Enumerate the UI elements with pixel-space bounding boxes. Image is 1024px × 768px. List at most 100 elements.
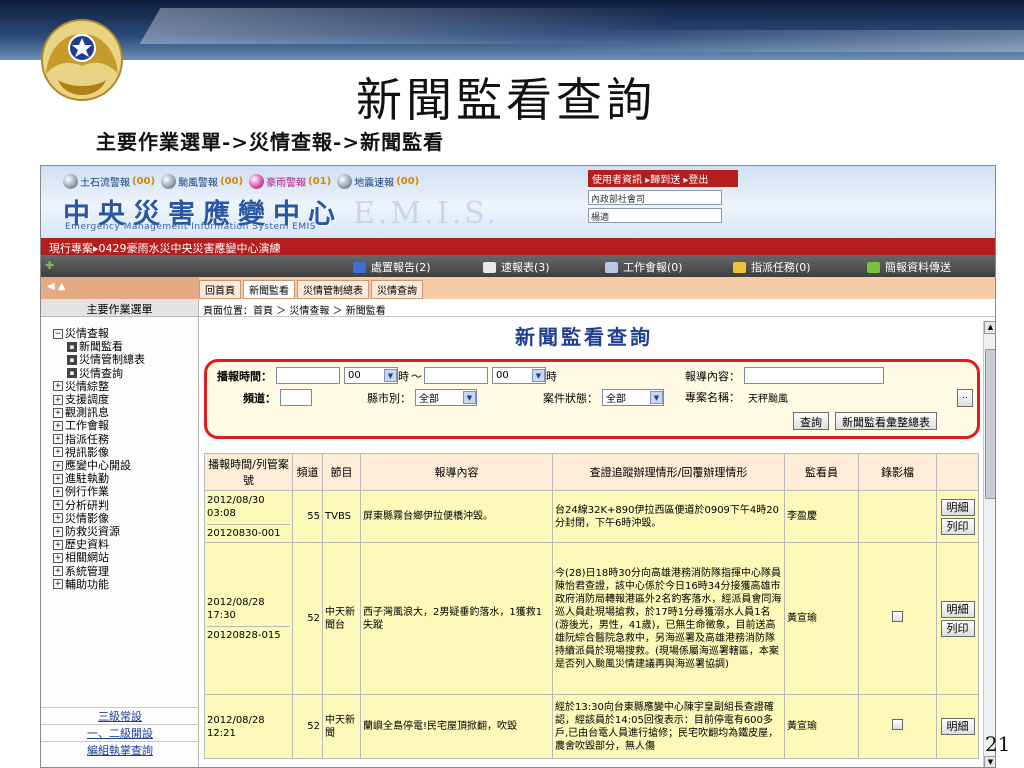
expand-icon[interactable]: + xyxy=(53,421,63,432)
user-bar-link[interactable]: ▸歸到送 xyxy=(645,175,680,186)
detail-button[interactable]: 明細 xyxy=(940,600,975,618)
project-browse-button[interactable]: .. xyxy=(957,389,973,407)
chevron-down-icon: ▼ xyxy=(384,369,397,382)
end-hour-select[interactable]: 00 ▼ xyxy=(492,367,546,384)
sidebar-item[interactable]: + 觀測訊息 xyxy=(53,406,198,419)
expand-icon[interactable]: + xyxy=(53,460,63,471)
expand-icon[interactable]: + xyxy=(53,407,63,418)
content-input[interactable] xyxy=(744,367,884,384)
sidebar-item[interactable]: + 支援調度 xyxy=(53,393,198,406)
print-button[interactable]: 列印 xyxy=(940,619,975,637)
sidebar-item[interactable]: + 指派任務 xyxy=(53,433,198,446)
alert-earthquake[interactable]: 地震速報 (00) xyxy=(337,174,419,189)
tab-disaster-control[interactable]: 災情管制總表 xyxy=(297,280,369,299)
alert-landslide[interactable]: 土石流警報 (00) xyxy=(63,174,155,189)
sidebar-item[interactable]: ▪ 災情查詢 xyxy=(53,367,198,380)
start-date-input[interactable] xyxy=(276,367,340,384)
sidebar-item[interactable]: ▪ 新聞監看 xyxy=(53,340,198,353)
col-broadcast-time[interactable]: 播報時間/列管案號 xyxy=(204,453,293,491)
expand-icon[interactable]: + xyxy=(53,473,63,484)
sidebar-item[interactable]: + 進駐執勤 xyxy=(53,472,198,485)
user-info-link[interactable]: 使用者資訊 xyxy=(592,175,642,186)
alert-label: 土石流警報 xyxy=(80,178,130,189)
vertical-scrollbar[interactable]: ▲ ▼ xyxy=(983,321,995,767)
sidebar-item[interactable]: + 工作會報 xyxy=(53,419,198,432)
col-video[interactable]: 錄影檔 xyxy=(858,453,937,491)
case-number: 20120830-001 xyxy=(207,523,290,540)
toolbar-report[interactable]: 處置報告(2) xyxy=(353,259,431,275)
channel-input[interactable] xyxy=(280,389,312,406)
detail-button[interactable]: 明細 xyxy=(940,718,975,735)
sidebar-item[interactable]: + 應變中心開設 xyxy=(53,459,198,472)
page-icon[interactable]: ▪ xyxy=(67,368,77,379)
link-level-3[interactable]: 三級常設 xyxy=(41,707,199,724)
scroll-up-icon[interactable]: ▲ xyxy=(984,321,995,334)
tab-disaster-query[interactable]: 災情查詢 xyxy=(371,280,423,299)
sidebar-item[interactable]: + 相關網站 xyxy=(53,551,198,564)
sidebar-item[interactable]: + 例行作業 xyxy=(53,485,198,498)
sidebar-item-label: 災情查報 xyxy=(65,327,109,340)
scroll-down-icon[interactable]: ▼ xyxy=(984,756,995,767)
sidebar-item[interactable]: + 災情綜整 xyxy=(53,380,198,393)
sidebar-item[interactable]: + 視訊影像 xyxy=(53,446,198,459)
page-icon[interactable]: ▪ xyxy=(67,355,77,365)
toolbar-quick-report[interactable]: 速報表(3) xyxy=(483,259,550,275)
toolbar-work-meeting[interactable]: 工作會報(0) xyxy=(605,259,683,275)
video-file-icon[interactable] xyxy=(892,719,903,730)
tab-news-monitor[interactable]: 新聞監看 xyxy=(243,280,295,299)
sidebar-item[interactable]: ▪ 災情管制總表 xyxy=(53,353,198,366)
alert-typhoon[interactable]: 颱風警報 (00) xyxy=(161,174,243,189)
expand-icon[interactable]: + xyxy=(53,566,63,577)
orb-icon xyxy=(337,174,353,189)
expand-icon[interactable]: ✚ xyxy=(45,259,54,272)
detail-button[interactable]: 明細 xyxy=(940,498,975,516)
toolbar-briefing-upload[interactable]: 簡報資料傳送 xyxy=(867,259,951,275)
county-select[interactable]: 全部 ▼ xyxy=(415,389,477,406)
sidebar-item-label: 輔助功能 xyxy=(65,577,109,591)
alert-heavy-rain[interactable]: 豪雨警報 (01) xyxy=(249,174,331,189)
collapse-icon[interactable]: − xyxy=(53,328,63,339)
start-hour-select[interactable]: 00 ▼ xyxy=(344,367,398,384)
sidebar-item[interactable]: + 防救災資源 xyxy=(53,525,198,538)
link-duty-query[interactable]: 編組執掌查詢 xyxy=(41,741,199,758)
sidebar-item[interactable]: + 災情影像 xyxy=(53,512,198,525)
col-channel[interactable]: 頻道 xyxy=(292,453,323,491)
sidebar-item[interactable]: + 系統管理 xyxy=(53,565,198,578)
expand-icon[interactable]: + xyxy=(53,447,63,458)
link-level-1-2[interactable]: 一、二級開設 xyxy=(41,724,199,741)
col-content[interactable]: 報導內容 xyxy=(360,453,553,491)
sidebar-item[interactable]: − 災情查報 xyxy=(53,327,198,340)
col-monitor[interactable]: 監看員 xyxy=(784,453,859,491)
expand-icon[interactable]: + xyxy=(53,381,63,392)
end-date-input[interactable] xyxy=(424,367,488,384)
tab-home[interactable]: 回首頁 xyxy=(199,280,241,299)
print-button[interactable]: 列印 xyxy=(940,517,975,535)
expand-icon[interactable]: + xyxy=(53,394,63,405)
expand-icon[interactable]: + xyxy=(53,500,63,511)
toolbar-assign-task[interactable]: 指派任務(0) xyxy=(733,259,811,275)
page-icon[interactable]: ▪ xyxy=(67,341,77,352)
cell-monitor: 李盈慶 xyxy=(784,490,859,543)
sidebar-item[interactable]: + 歷史資料 xyxy=(53,538,198,551)
expand-icon[interactable]: + xyxy=(53,579,63,590)
logout-link[interactable]: ▸登出 xyxy=(683,175,708,186)
video-file-icon[interactable] xyxy=(892,611,903,622)
scrollbar-thumb[interactable] xyxy=(985,349,995,499)
col-followup[interactable]: 查證追蹤辦理情形/回覆辦理情形 xyxy=(552,453,785,491)
collapse-arrows-icon[interactable]: ◀ ▲ xyxy=(41,277,199,299)
status-select[interactable]: 全部 ▼ xyxy=(602,389,664,406)
expand-icon[interactable]: + xyxy=(53,553,63,564)
sidebar-item[interactable]: + 分析研判 xyxy=(53,499,198,512)
brand-mark: E.M.I.S. xyxy=(353,196,500,231)
expand-icon[interactable]: + xyxy=(53,434,63,445)
export-summary-button[interactable]: 新聞監看彙整總表 xyxy=(835,412,937,430)
expand-icon[interactable]: + xyxy=(53,526,63,537)
query-button[interactable]: 查詢 xyxy=(793,412,829,430)
expand-icon[interactable]: + xyxy=(53,513,63,524)
expand-icon[interactable]: + xyxy=(53,539,63,550)
sidebar-item[interactable]: + 輔助功能 xyxy=(53,578,198,591)
expand-icon[interactable]: + xyxy=(53,487,63,498)
col-program[interactable]: 節目 xyxy=(322,453,361,491)
alert-count: (01) xyxy=(308,176,332,187)
sidebar-item-label: 觀測訊息 xyxy=(65,406,109,420)
